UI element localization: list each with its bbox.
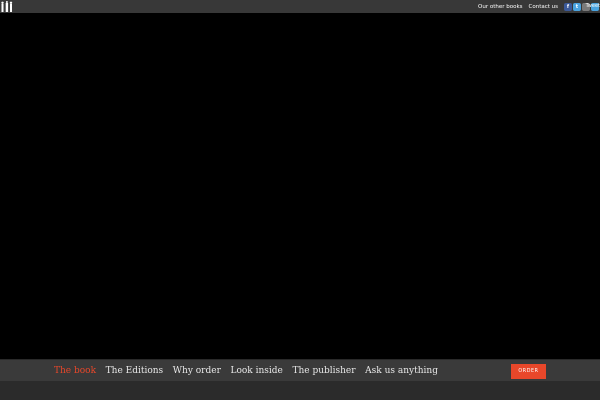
twitter-share-icon[interactable] (591, 2, 599, 11)
nav-item-look-inside[interactable]: Look inside (230, 366, 282, 376)
nav-item-the-book[interactable]: The book (54, 366, 96, 376)
nav-item-the-editions[interactable]: The Editions (106, 366, 164, 376)
facebook-icon[interactable]: f (564, 2, 572, 11)
nav-item-ask-us-anything[interactable]: Ask us anything (365, 366, 438, 376)
three-figures-logo-icon[interactable] (1, 1, 13, 12)
our-other-books-link[interactable]: Our other books (478, 4, 523, 10)
main-stage (0, 13, 600, 359)
top-links: Our other books Contact us f t Tweet (478, 0, 600, 13)
top-bar: Our other books Contact us f t Tweet (0, 0, 600, 13)
nav-items: The book The Editions Why order Look ins… (54, 360, 448, 382)
order-button[interactable]: ORDER (511, 364, 546, 379)
footer-bar (0, 381, 600, 400)
twitter-icon[interactable]: t (573, 2, 581, 11)
nav-item-why-order[interactable]: Why order (173, 366, 221, 376)
nav-item-the-publisher[interactable]: The publisher (292, 366, 355, 376)
share-icon[interactable] (582, 2, 590, 11)
social-buttons: f t (564, 2, 600, 11)
contact-us-link[interactable]: Contact us (529, 4, 559, 10)
bottom-navigation: The book The Editions Why order Look ins… (0, 359, 600, 381)
